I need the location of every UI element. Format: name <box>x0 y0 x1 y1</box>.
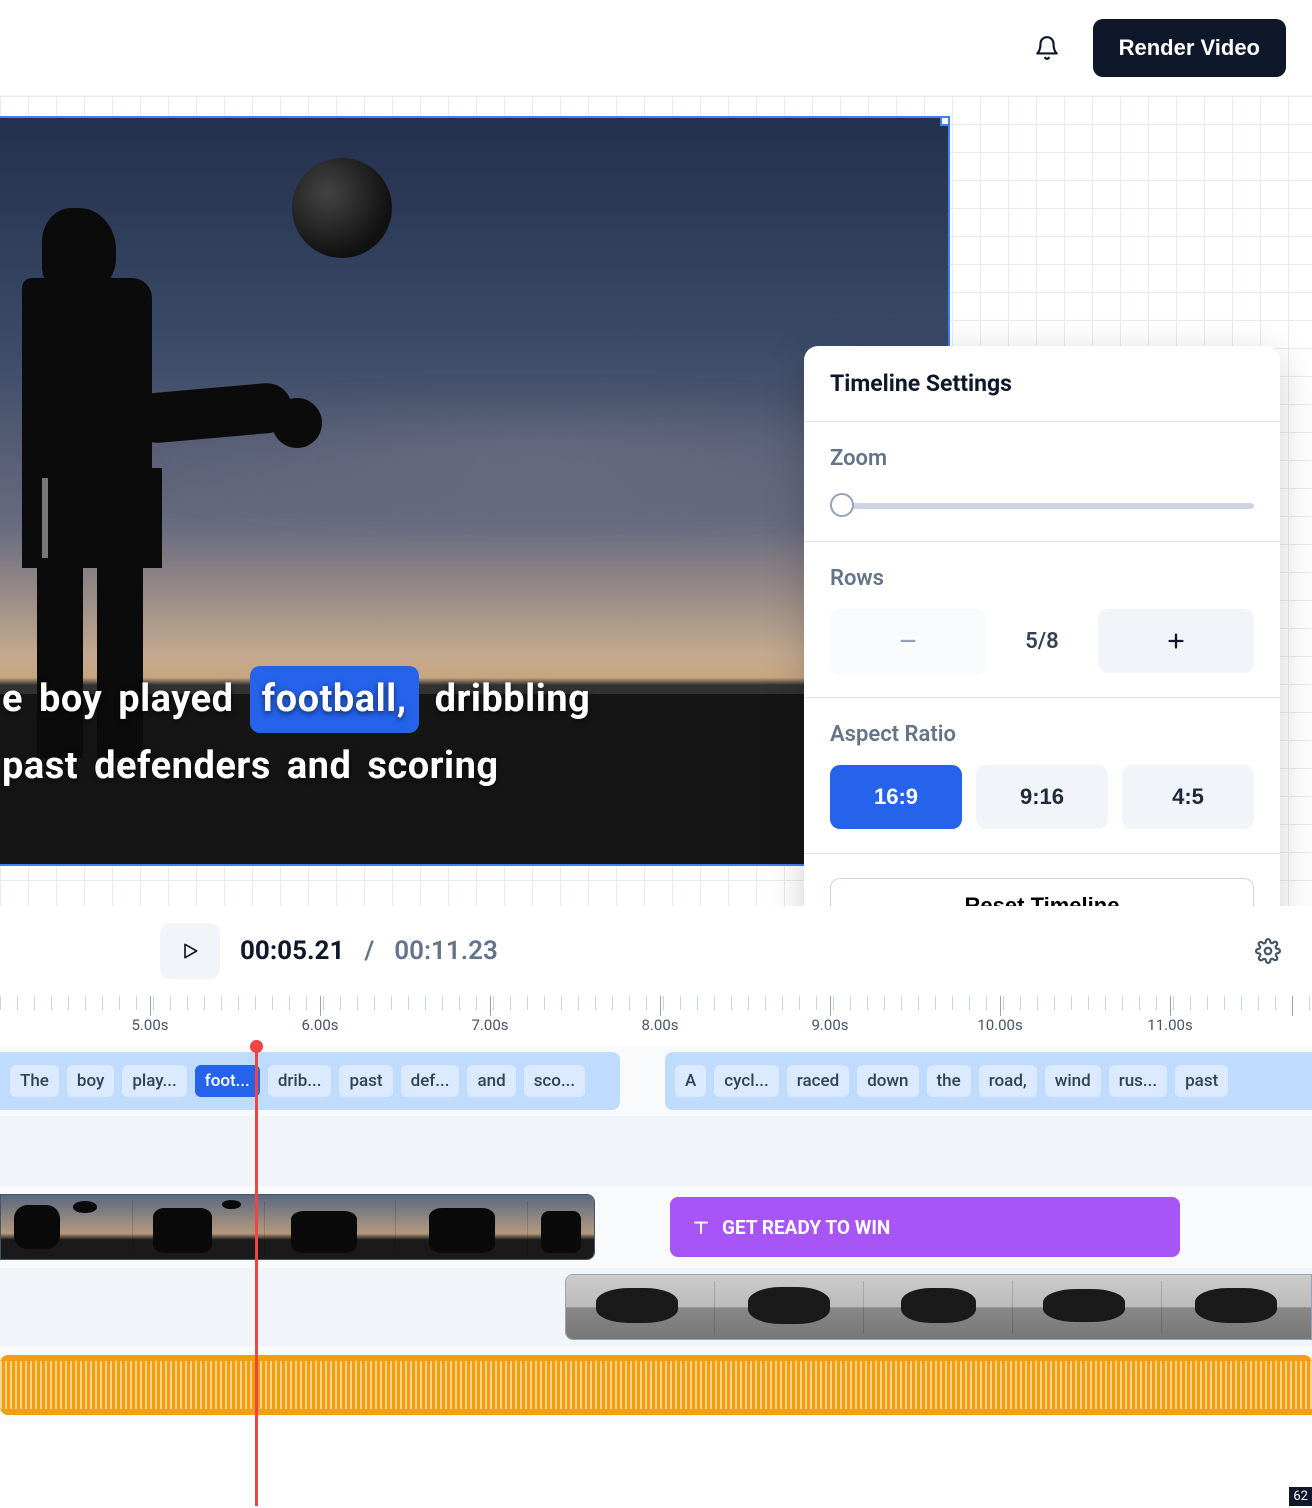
subtitle-word-chip[interactable]: play... <box>122 1065 186 1097</box>
preview-subtitle: eboy played football,dribbling pastdefende… <box>2 666 838 799</box>
subtitle-word: defenders <box>94 733 271 800</box>
subtitle-word: football, <box>250 666 419 733</box>
subtitle-word-chip[interactable]: and <box>467 1065 515 1097</box>
rows-label: Rows <box>830 566 1254 591</box>
rows-value: 5/8 <box>1000 629 1084 654</box>
subtitle-word-chip[interactable]: rus... <box>1109 1065 1167 1097</box>
gear-icon <box>1255 938 1281 964</box>
timeline-ruler[interactable]: 5.00s 6.00s 7.00s 8.00s 9.00s 10.00s 11.00s <box>0 996 1312 1046</box>
aspect-ratio-16-9[interactable]: 16:9 <box>830 765 962 829</box>
video-clip-cyclist[interactable] <box>565 1274 1312 1340</box>
ruler-label: 11.00s <box>1147 1016 1192 1034</box>
playback-bar: 00:05.21 / 00:11.23 <box>0 906 1312 996</box>
subtitle-word-chip[interactable]: past <box>339 1065 392 1097</box>
time-separator: / <box>364 936 374 966</box>
subtitle-word-chip[interactable]: drib... <box>268 1065 332 1097</box>
subtitle-word-chip[interactable]: wind <box>1045 1065 1101 1097</box>
zoom-slider-thumb[interactable] <box>830 493 854 517</box>
ruler-label: 8.00s <box>642 1016 679 1034</box>
render-video-button[interactable]: Render Video <box>1093 19 1286 77</box>
timeline: Theboyplay...foot...drib...pastdef...and… <box>0 1046 1312 1506</box>
subtitle-word: scoring <box>367 733 498 800</box>
subtitle-word: played <box>118 666 233 733</box>
app-header: Render Video <box>0 0 1312 96</box>
text-clip-label: GET READY TO WIN <box>722 1216 890 1239</box>
audio-clip[interactable] <box>0 1355 1312 1415</box>
subtitle-word-chip[interactable]: sco... <box>524 1065 585 1097</box>
timeline-settings-popover: Timeline Settings Zoom Rows 5/8 <box>804 346 1280 906</box>
audio-track[interactable] <box>0 1346 1312 1424</box>
rows-increase-button[interactable] <box>1098 609 1254 673</box>
subtitle-word: and <box>287 733 352 800</box>
subtitle-word: past <box>2 733 78 800</box>
subtitle-word-chip[interactable]: the <box>927 1065 971 1097</box>
total-duration: 00:11.23 <box>394 936 498 966</box>
subtitle-word-chip[interactable]: past <box>1175 1065 1228 1097</box>
timeline-settings-button[interactable] <box>1248 931 1288 971</box>
subtitle-word: boy <box>39 666 102 733</box>
subtitle-word-chip[interactable]: The <box>10 1065 59 1097</box>
subtitle-word: e <box>2 666 23 733</box>
subtitle-track[interactable]: Theboyplay...foot...drib...pastdef...and… <box>0 1046 1312 1116</box>
minus-icon <box>897 630 919 652</box>
canvas-area: eboy played football,dribbling pastdefende… <box>0 96 1312 906</box>
play-button[interactable] <box>160 923 220 979</box>
subtitle-word-chip[interactable]: boy <box>67 1065 114 1097</box>
video-clip-football[interactable] <box>0 1194 595 1260</box>
subtitle-word-chip[interactable]: road, <box>979 1065 1037 1097</box>
aspect-ratio-label: Aspect Ratio <box>830 722 1254 747</box>
bell-icon <box>1034 35 1060 61</box>
ruler-label: 7.00s <box>472 1016 509 1034</box>
subtitle-word-chip[interactable]: raced <box>787 1065 849 1097</box>
corner-badge: 62 <box>1289 1487 1312 1506</box>
playhead[interactable] <box>255 1046 258 1506</box>
subtitle-clip-2[interactable]: Acycl... raceddowntheroad,windrus...past <box>665 1052 1312 1110</box>
aspect-ratio-9-16[interactable]: 9:16 <box>976 765 1108 829</box>
ruler-label: 6.00s <box>302 1016 339 1034</box>
text-clip[interactable]: GET READY TO WIN <box>670 1197 1180 1257</box>
ruler-label: 9.00s <box>812 1016 849 1034</box>
empty-track-1[interactable] <box>0 1116 1312 1186</box>
subtitle-word-chip[interactable]: cycl... <box>714 1065 778 1097</box>
rows-decrease-button[interactable] <box>830 609 986 673</box>
popover-title: Timeline Settings <box>830 370 1254 397</box>
text-icon <box>692 1218 710 1236</box>
ruler-label: 10.00s <box>977 1016 1022 1034</box>
video-track-1[interactable]: GET READY TO WIN <box>0 1186 1312 1268</box>
current-time: 00:05.21 <box>240 936 344 966</box>
subtitle-word-chip[interactable]: foot... <box>195 1065 260 1097</box>
ruler-label: 5.00s <box>132 1016 169 1034</box>
subtitle-word: dribbling <box>435 666 591 733</box>
video-track-2[interactable] <box>0 1268 1312 1346</box>
subtitle-word-chip[interactable]: def... <box>401 1065 460 1097</box>
plus-icon <box>1165 630 1187 652</box>
reset-timeline-button[interactable]: Reset Timeline <box>830 878 1254 906</box>
audio-waveform <box>0 1355 1312 1415</box>
notifications-button[interactable] <box>1025 26 1069 70</box>
zoom-slider[interactable] <box>830 493 1254 517</box>
preview-ball <box>292 158 392 258</box>
subtitle-word-chip[interactable]: down <box>857 1065 918 1097</box>
play-icon <box>180 941 200 961</box>
aspect-ratio-4-5[interactable]: 4:5 <box>1122 765 1254 829</box>
zoom-label: Zoom <box>830 446 1254 471</box>
subtitle-word-chip[interactable]: A <box>675 1065 706 1097</box>
subtitle-clip-1[interactable]: Theboyplay... foot...drib...past def...and… <box>0 1052 620 1110</box>
resize-handle-top-right[interactable] <box>940 116 950 126</box>
